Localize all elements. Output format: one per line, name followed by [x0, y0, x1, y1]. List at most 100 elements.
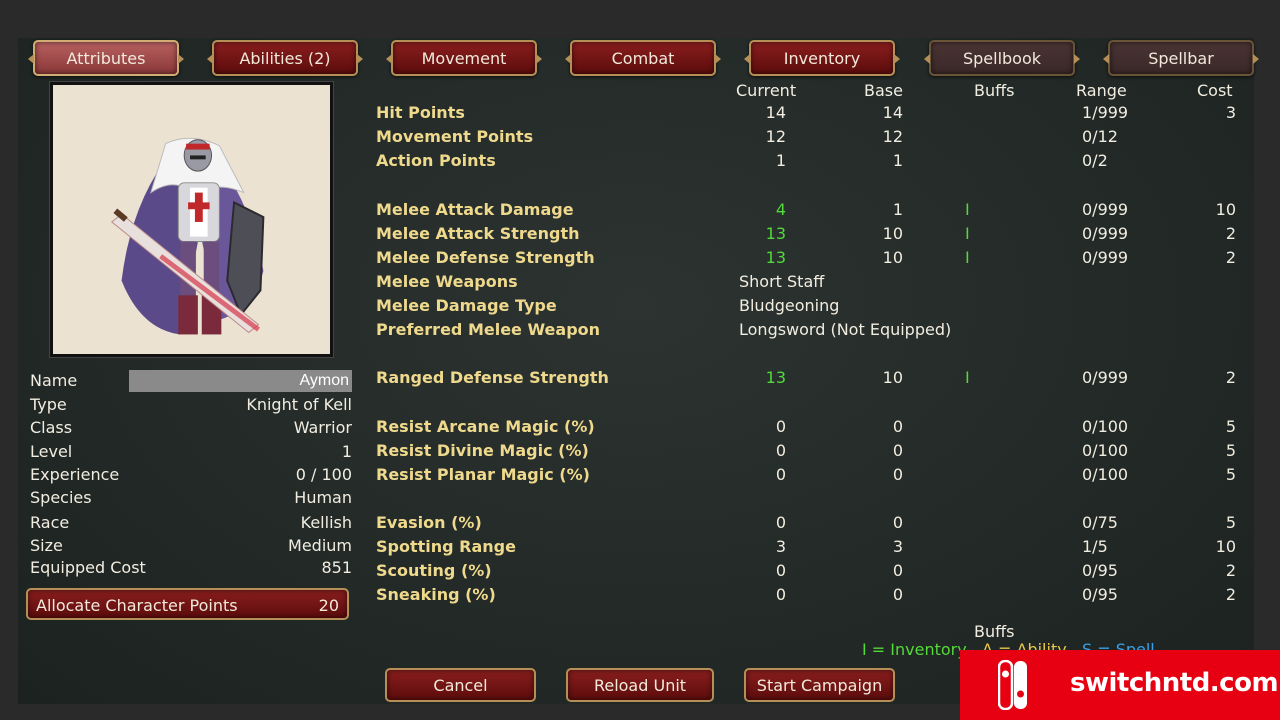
- stat-cost: 10: [1215, 537, 1236, 556]
- stat-current: 0: [775, 585, 786, 604]
- tab-abilities[interactable]: Abilities (2): [207, 40, 363, 76]
- buffs-legend-title: Buffs: [974, 622, 1015, 641]
- watermark-banner: switchntd.com: [960, 650, 1280, 720]
- stat-current: Bludgeoning: [739, 296, 840, 315]
- stat-row: Melee Damage Type Bludgeoning: [0, 295, 1280, 317]
- stat-range: 0/100: [1082, 441, 1129, 460]
- stat-name: Resist Arcane Magic (%): [376, 417, 595, 436]
- stat-name: Movement Points: [376, 127, 534, 146]
- stat-row: Ranged Defense Strength 13 10 I 0/999 2: [0, 367, 1280, 389]
- stat-cost: 3: [1225, 103, 1236, 122]
- stat-name: Resist Planar Magic (%): [376, 465, 590, 484]
- cancel-button[interactable]: Cancel: [385, 668, 536, 702]
- stat-name: Preferred Melee Weapon: [376, 320, 601, 339]
- header-buffs: Buffs: [974, 81, 1015, 100]
- stat-current: 0: [775, 561, 786, 580]
- stat-row: Melee Weapons Short Staff: [0, 271, 1280, 293]
- stat-name: Melee Weapons: [376, 272, 518, 291]
- stat-row: Resist Planar Magic (%) 0 0 0/100 5: [0, 464, 1280, 486]
- stat-base: 0: [892, 417, 903, 436]
- watermark-text: switchntd.com: [1070, 668, 1279, 698]
- stat-buff: I: [965, 224, 970, 243]
- stat-base: 0: [892, 585, 903, 604]
- stat-range: 0/95: [1082, 585, 1118, 604]
- stat-current: 12: [765, 127, 786, 146]
- stat-current: Short Staff: [739, 272, 825, 291]
- stat-cost: 5: [1225, 513, 1236, 532]
- stat-cost: 5: [1225, 441, 1236, 460]
- stat-buff: I: [965, 248, 970, 267]
- stat-current: 13: [765, 248, 786, 267]
- stat-cost: 5: [1225, 465, 1236, 484]
- tab-spellbar[interactable]: Spellbar: [1103, 40, 1259, 76]
- stat-row: Resist Divine Magic (%) 0 0 0/100 5: [0, 440, 1280, 462]
- stat-current: 14: [765, 103, 786, 122]
- stat-base: 0: [892, 441, 903, 460]
- stat-current: 0: [775, 441, 786, 460]
- stat-range: 0/999: [1082, 248, 1129, 267]
- stat-current: 4: [775, 200, 786, 219]
- type-label: Type: [30, 395, 67, 414]
- tab-spellbook[interactable]: Spellbook: [924, 40, 1080, 76]
- stat-range: 1/5: [1082, 537, 1108, 556]
- stat-cost: 2: [1225, 368, 1236, 387]
- stat-range: 0/95: [1082, 561, 1118, 580]
- stat-row: Scouting (%) 0 0 0/95 2: [0, 560, 1280, 582]
- stat-base: 0: [892, 465, 903, 484]
- stat-name: Hit Points: [376, 103, 465, 122]
- stat-cost: 2: [1225, 585, 1236, 604]
- header-cost: Cost: [1197, 81, 1233, 100]
- header-range: Range: [1076, 81, 1127, 100]
- stat-name: Action Points: [376, 151, 496, 170]
- stat-base: 10: [882, 224, 903, 243]
- stat-buff: I: [965, 368, 970, 387]
- stat-base: 0: [892, 561, 903, 580]
- stat-range: 0/999: [1082, 224, 1129, 243]
- stat-name: Ranged Defense Strength: [376, 368, 609, 387]
- stat-name: Melee Defense Strength: [376, 248, 595, 267]
- info-row-type: Type Knight of Kell: [30, 395, 352, 417]
- tab-attributes[interactable]: Attributes: [28, 40, 184, 76]
- stat-current: 3: [775, 537, 786, 556]
- stat-current: 13: [765, 368, 786, 387]
- header-current: Current: [736, 81, 797, 100]
- stat-range: 0/999: [1082, 368, 1129, 387]
- stat-current: 0: [775, 465, 786, 484]
- stat-name: Melee Damage Type: [376, 296, 557, 315]
- tab-combat[interactable]: Combat: [565, 40, 721, 76]
- stat-range: 1/999: [1082, 103, 1129, 122]
- stat-range: 0/12: [1082, 127, 1118, 146]
- stat-row: Preferred Melee Weapon Longsword (Not Equ…: [0, 319, 1280, 341]
- header-base: Base: [864, 81, 903, 100]
- stat-buff: I: [965, 200, 970, 219]
- tab-inventory[interactable]: Inventory: [744, 40, 900, 76]
- stat-row: Movement Points 12 12 0/12: [0, 126, 1280, 148]
- stat-cost: 2: [1225, 224, 1236, 243]
- stat-range: 0/2: [1082, 151, 1108, 170]
- stat-range: 0/75: [1082, 513, 1118, 532]
- stat-range: 0/100: [1082, 465, 1129, 484]
- type-value: Knight of Kell: [246, 395, 352, 414]
- stat-row: Melee Attack Strength 13 10 I 0/999 2: [0, 223, 1280, 245]
- stat-base: 12: [882, 127, 903, 146]
- tab-movement[interactable]: Movement: [386, 40, 542, 76]
- stat-name: Sneaking (%): [376, 585, 496, 604]
- stat-current: 1: [775, 151, 786, 170]
- stat-row: Action Points 1 1 0/2: [0, 150, 1280, 172]
- stat-base: 14: [882, 103, 903, 122]
- stat-row: Melee Attack Damage 4 1 I 0/999 10: [0, 199, 1280, 221]
- stat-name: Spotting Range: [376, 537, 516, 556]
- stat-cost: 2: [1225, 248, 1236, 267]
- stat-row: Hit Points 14 14 1/999 3: [0, 102, 1280, 124]
- info-row-species: Species Human: [30, 488, 352, 510]
- stat-name: Melee Attack Damage: [376, 200, 574, 219]
- stat-name: Melee Attack Strength: [376, 224, 580, 243]
- stat-range: 0/999: [1082, 200, 1129, 219]
- stat-current: 0: [775, 417, 786, 436]
- stat-row: Resist Arcane Magic (%) 0 0 0/100 5: [0, 416, 1280, 438]
- switch-logo-icon: [998, 660, 1027, 710]
- stat-name: Evasion (%): [376, 513, 482, 532]
- start-campaign-button[interactable]: Start Campaign: [744, 668, 895, 702]
- stat-name: Scouting (%): [376, 561, 492, 580]
- reload-unit-button[interactable]: Reload Unit: [566, 668, 714, 702]
